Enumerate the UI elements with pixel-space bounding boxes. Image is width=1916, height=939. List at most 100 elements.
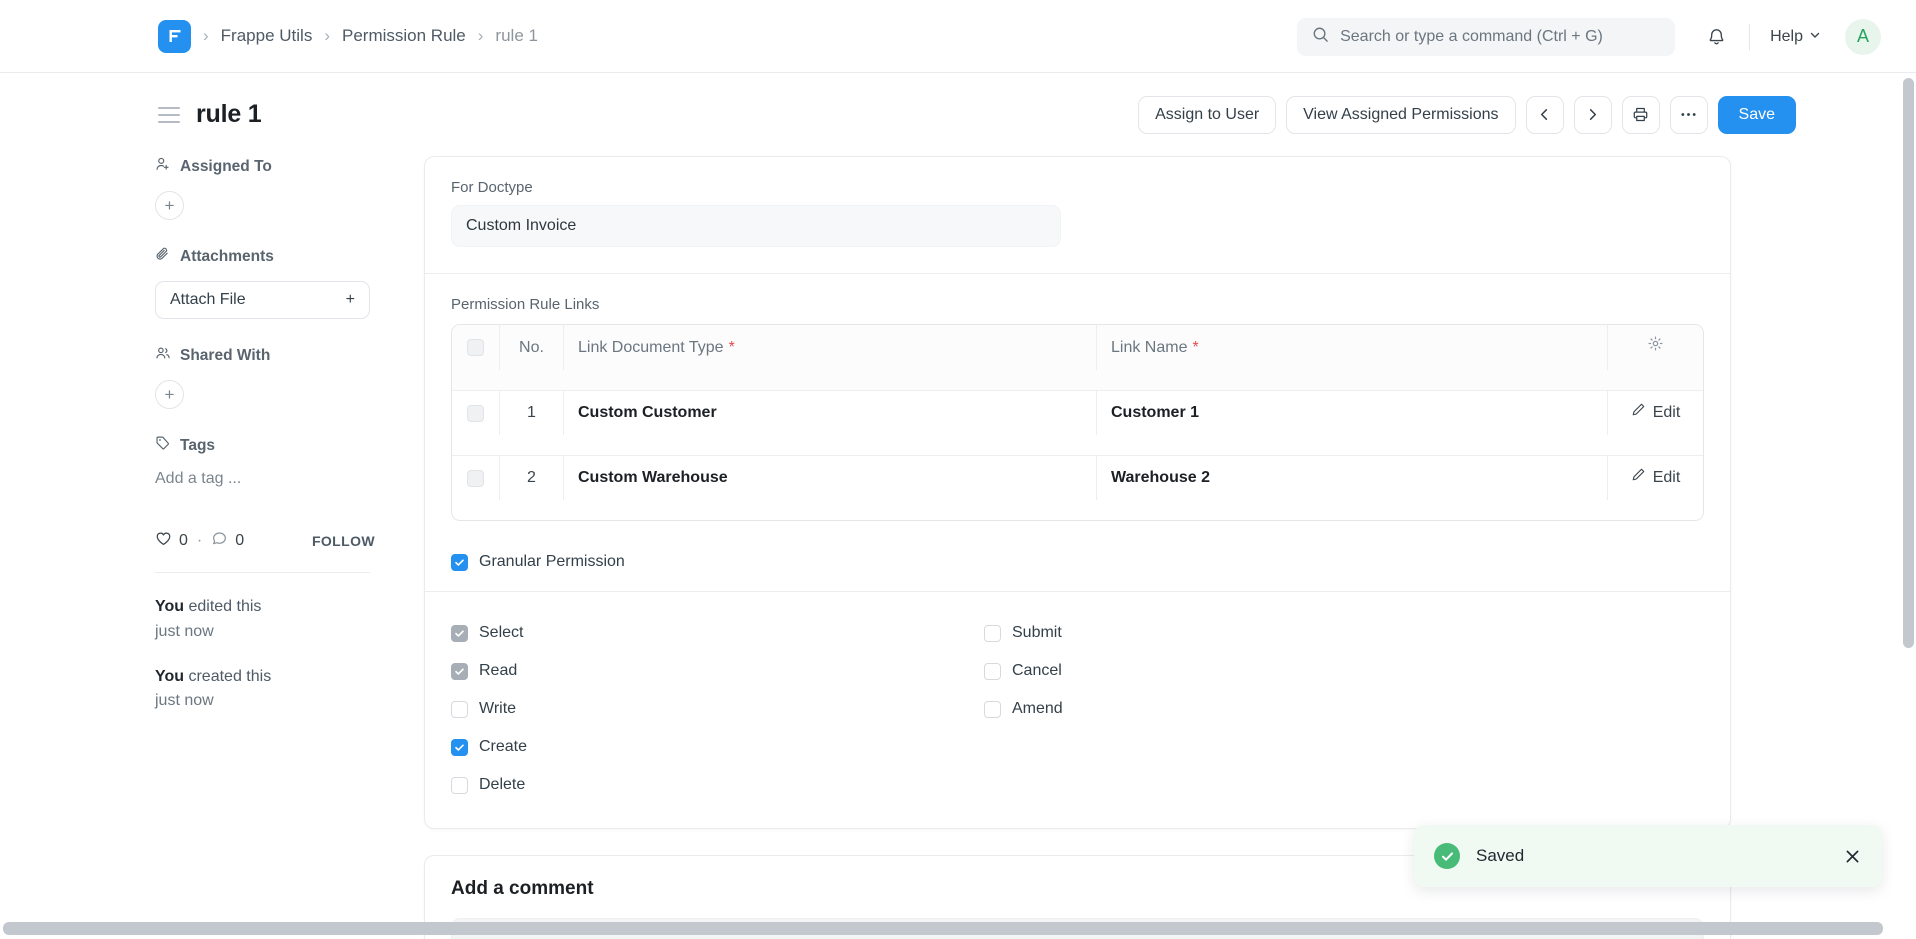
select-all-checkbox[interactable]	[467, 339, 484, 356]
edit-row-label: Edit	[1653, 466, 1681, 491]
row-link-name[interactable]: Customer 1	[1097, 391, 1608, 435]
amend-permission-label: Amend	[1012, 700, 1063, 718]
paperclip-icon	[155, 246, 171, 267]
row-actions-cell: Edit	[1608, 391, 1703, 435]
edit-row-button[interactable]: Edit	[1631, 401, 1681, 426]
permission-row-delete[interactable]: Delete	[451, 766, 984, 804]
select-permission-label: Select	[479, 624, 523, 642]
search-placeholder: Search or type a command (Ctrl + G)	[1340, 28, 1603, 46]
assigned-to-title: Assigned To	[180, 158, 272, 176]
attachments-header: Attachments	[155, 246, 375, 267]
granular-permission-checkbox[interactable]	[451, 554, 468, 571]
row-number: 2	[500, 456, 564, 500]
vertical-scrollbar[interactable]	[1903, 78, 1914, 648]
avatar[interactable]: A	[1845, 19, 1881, 55]
write-permission-label: Write	[479, 700, 516, 718]
sidebar-section-assigned-to: Assigned To +	[155, 156, 375, 220]
row-link-document-type[interactable]: Custom Warehouse	[564, 456, 1097, 500]
permission-row-create[interactable]: Create	[451, 728, 984, 766]
tag-icon	[155, 435, 171, 456]
table-row[interactable]: 2 Custom Warehouse Warehouse 2	[452, 455, 1703, 520]
help-menu[interactable]: Help	[1764, 22, 1827, 52]
row-checkbox[interactable]	[467, 405, 484, 422]
view-assigned-permissions-button[interactable]: View Assigned Permissions	[1286, 96, 1515, 134]
row-link-document-type[interactable]: Custom Customer	[564, 391, 1097, 435]
navbar-right-group: Search or type a command (Ctrl + G) Help	[1297, 0, 1916, 73]
assign-to-user-button[interactable]: Assign to User	[1138, 96, 1276, 134]
required-asterisk: *	[729, 339, 735, 357]
row-link-document-type-value: Custom Customer	[578, 404, 717, 422]
permission-row-cancel[interactable]: Cancel	[984, 652, 1517, 690]
breadcrumb: › Frappe Utils › Permission Rule › rule …	[0, 20, 538, 53]
breadcrumb-item-permission-rule[interactable]: Permission Rule	[342, 26, 466, 46]
check-circle-icon	[1434, 843, 1460, 869]
page-body: Assigned To + Attachments Attach File +	[0, 156, 1916, 939]
gear-icon[interactable]	[1647, 335, 1664, 361]
attach-file-button[interactable]: Attach File +	[155, 281, 370, 319]
grid-header-link-name-label: Link Name	[1111, 339, 1187, 357]
attachments-title: Attachments	[180, 248, 274, 266]
activity-action: created this	[184, 668, 271, 685]
chevron-left-icon[interactable]	[1526, 96, 1564, 134]
permission-row-select: Select	[451, 614, 984, 652]
document-sidebar: Assigned To + Attachments Attach File +	[155, 156, 375, 734]
amend-permission-checkbox[interactable]	[984, 701, 1001, 718]
cancel-permission-checkbox[interactable]	[984, 663, 1001, 680]
heart-icon[interactable]	[155, 530, 172, 552]
permission-row-amend[interactable]: Amend	[984, 690, 1517, 728]
edit-row-button[interactable]: Edit	[1631, 466, 1681, 491]
toast-notification: Saved	[1414, 825, 1882, 887]
row-link-name[interactable]: Warehouse 2	[1097, 456, 1608, 500]
grid-label: Permission Rule Links	[451, 296, 1704, 313]
app-root: › Frappe Utils › Permission Rule › rule …	[0, 0, 1916, 939]
breadcrumb-separator-3: ›	[478, 26, 484, 46]
page-title: rule 1	[196, 100, 262, 129]
printer-icon[interactable]	[1622, 96, 1660, 134]
engagement-separator: ·	[197, 532, 202, 550]
add-share-button[interactable]: +	[155, 380, 184, 409]
frappe-logo-icon[interactable]	[158, 20, 191, 53]
grid-header-row: No. Link Document Type * Link Name *	[452, 325, 1703, 390]
like-count: 0	[179, 532, 188, 550]
for-doctype-label: For Doctype	[451, 179, 1704, 196]
activity-item: You edited this just now	[155, 595, 375, 645]
granular-permission-row[interactable]: Granular Permission	[451, 553, 1704, 571]
breadcrumb-separator-2: ›	[324, 26, 330, 46]
submit-permission-checkbox[interactable]	[984, 625, 1001, 642]
activity-actor: You	[155, 598, 184, 615]
save-button[interactable]: Save	[1718, 96, 1796, 134]
row-link-name-value: Warehouse 2	[1111, 469, 1210, 487]
add-assignment-button[interactable]: +	[155, 191, 184, 220]
breadcrumb-separator-1: ›	[203, 26, 209, 46]
sidebar-section-tags: Tags Add a tag ...	[155, 435, 375, 488]
required-asterisk: *	[1192, 339, 1198, 357]
search-input[interactable]: Search or type a command (Ctrl + G)	[1297, 18, 1675, 56]
help-label: Help	[1770, 28, 1803, 46]
row-checkbox[interactable]	[467, 470, 484, 487]
breadcrumb-item-frappe-utils[interactable]: Frappe Utils	[221, 26, 313, 46]
permission-row-write[interactable]: Write	[451, 690, 984, 728]
add-tag-input[interactable]: Add a tag ...	[155, 470, 375, 488]
create-permission-checkbox[interactable]	[451, 739, 468, 756]
permissions-column-left: Select Read	[451, 614, 984, 804]
form-card: For Doctype Custom Invoice Permission Ru…	[424, 156, 1731, 829]
comment-icon[interactable]	[211, 530, 228, 552]
cancel-permission-label: Cancel	[1012, 662, 1062, 680]
delete-permission-checkbox[interactable]	[451, 777, 468, 794]
follow-button[interactable]: FOLLOW	[312, 533, 375, 549]
sidebar-divider	[155, 572, 370, 573]
bell-icon[interactable]	[1697, 18, 1735, 56]
horizontal-scrollbar[interactable]	[3, 922, 1883, 935]
table-row[interactable]: 1 Custom Customer Customer 1	[452, 390, 1703, 455]
for-doctype-field[interactable]: Custom Invoice	[451, 205, 1061, 247]
close-icon[interactable]	[1843, 847, 1862, 866]
tags-header: Tags	[155, 435, 375, 456]
write-permission-checkbox[interactable]	[451, 701, 468, 718]
grid-header-no: No.	[500, 325, 564, 370]
row-link-document-type-value: Custom Warehouse	[578, 469, 728, 487]
permission-row-submit[interactable]: Submit	[984, 614, 1517, 652]
chevron-right-icon[interactable]	[1574, 96, 1612, 134]
ellipsis-icon[interactable]	[1670, 96, 1708, 134]
hamburger-menu-icon[interactable]	[158, 107, 180, 123]
top-navbar: › Frappe Utils › Permission Rule › rule …	[0, 0, 1916, 73]
